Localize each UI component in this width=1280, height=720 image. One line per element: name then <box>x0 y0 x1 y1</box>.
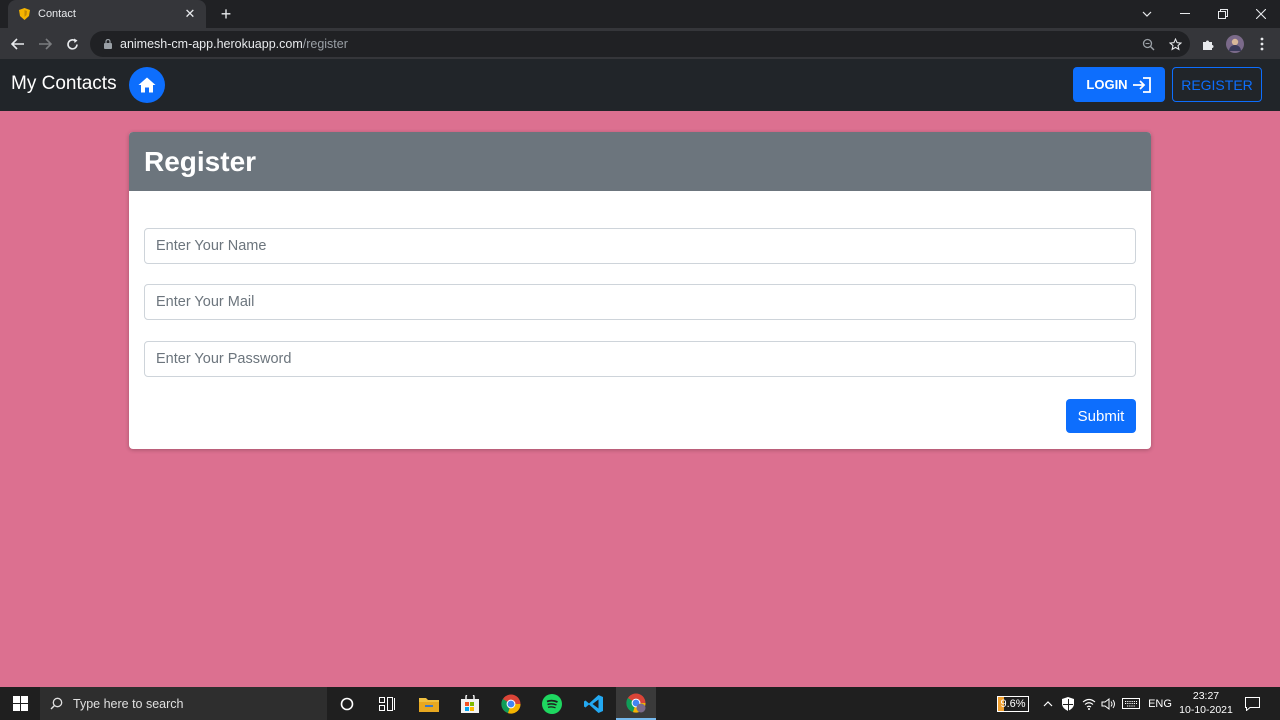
new-tab-button[interactable]: + <box>216 4 236 24</box>
tab-search-icon[interactable] <box>1128 0 1166 28</box>
email-input[interactable] <box>144 284 1136 320</box>
back-arrow-icon[interactable] <box>7 33 29 55</box>
brand-title[interactable]: My Contacts <box>11 73 117 95</box>
chrome-active-window-icon[interactable] <box>616 687 656 720</box>
search-icon <box>50 697 63 710</box>
card-header: Register <box>129 132 1151 191</box>
register-nav-button[interactable]: REGISTER <box>1172 67 1262 102</box>
shield-favicon-icon <box>18 8 30 20</box>
clock-date: 10-10-2021 <box>1179 704 1233 716</box>
wifi-icon[interactable] <box>1080 687 1098 720</box>
password-input[interactable] <box>144 341 1136 377</box>
profile-avatar[interactable] <box>1224 33 1246 55</box>
clock-time: 23:27 <box>1192 690 1220 702</box>
register-card: Register Submit <box>129 132 1151 449</box>
card-title: Register <box>144 145 257 177</box>
spotify-icon[interactable] <box>532 687 572 720</box>
vscode-icon[interactable] <box>574 687 614 720</box>
restore-button[interactable] <box>1204 0 1242 28</box>
chrome-menu-icon[interactable] <box>1251 33 1273 55</box>
tab-close-icon[interactable]: ✕ <box>182 6 198 22</box>
chevron-up-icon[interactable] <box>1040 687 1056 720</box>
battery-icon: 9.6% <box>997 695 1029 712</box>
login-label: LOGIN <box>1086 77 1128 92</box>
microsoft-store-icon[interactable] <box>450 687 490 720</box>
chrome-icon[interactable] <box>491 687 531 720</box>
app-navbar: My Contacts LOGIN REGISTER <box>0 59 1280 111</box>
minimize-button[interactable] <box>1166 0 1204 28</box>
home-icon <box>138 77 156 93</box>
windows-start-icon[interactable] <box>0 687 40 720</box>
tab-title: Contact <box>38 8 76 20</box>
lock-icon[interactable] <box>102 38 114 50</box>
address-bar[interactable]: animesh-cm-app.herokuapp.com/register <box>90 31 1190 57</box>
task-view-icon[interactable] <box>367 687 407 720</box>
bookmark-star-icon[interactable] <box>1165 34 1185 54</box>
windows-taskbar: Type here to search 9.6% ENG 23:27 10-10… <box>0 687 1280 720</box>
taskbar-search-placeholder: Type here to search <box>73 696 184 711</box>
window-controls <box>1128 0 1280 28</box>
forward-arrow-icon[interactable] <box>34 33 56 55</box>
language-indicator[interactable]: ENG <box>1146 687 1174 720</box>
battery-indicator[interactable]: 9.6% <box>990 687 1036 720</box>
url-text: animesh-cm-app.herokuapp.com/register <box>120 37 348 51</box>
file-explorer-icon[interactable] <box>409 687 449 720</box>
close-window-button[interactable] <box>1242 0 1280 28</box>
login-icon <box>1132 76 1151 93</box>
defender-shield-icon[interactable] <box>1059 687 1077 720</box>
extensions-puzzle-icon[interactable] <box>1197 33 1219 55</box>
notifications-icon[interactable] <box>1240 687 1264 720</box>
home-button[interactable] <box>129 67 165 103</box>
taskbar-search-box[interactable]: Type here to search <box>40 687 327 720</box>
submit-button[interactable]: Submit <box>1066 399 1136 433</box>
battery-percent: 9.6% <box>1000 697 1026 710</box>
reload-icon[interactable] <box>61 33 83 55</box>
cortana-icon[interactable] <box>327 687 367 720</box>
browser-tab-strip: Contact ✕ + <box>0 0 1280 28</box>
browser-tab[interactable]: Contact ✕ <box>8 0 206 28</box>
login-button[interactable]: LOGIN <box>1073 67 1165 102</box>
volume-icon[interactable] <box>1099 687 1117 720</box>
zoom-icon[interactable] <box>1138 34 1158 54</box>
browser-toolbar: animesh-cm-app.herokuapp.com/register <box>0 28 1280 59</box>
system-clock[interactable]: 23:27 10-10-2021 <box>1176 689 1236 717</box>
name-input[interactable] <box>144 228 1136 264</box>
keyboard-icon[interactable] <box>1120 687 1142 720</box>
